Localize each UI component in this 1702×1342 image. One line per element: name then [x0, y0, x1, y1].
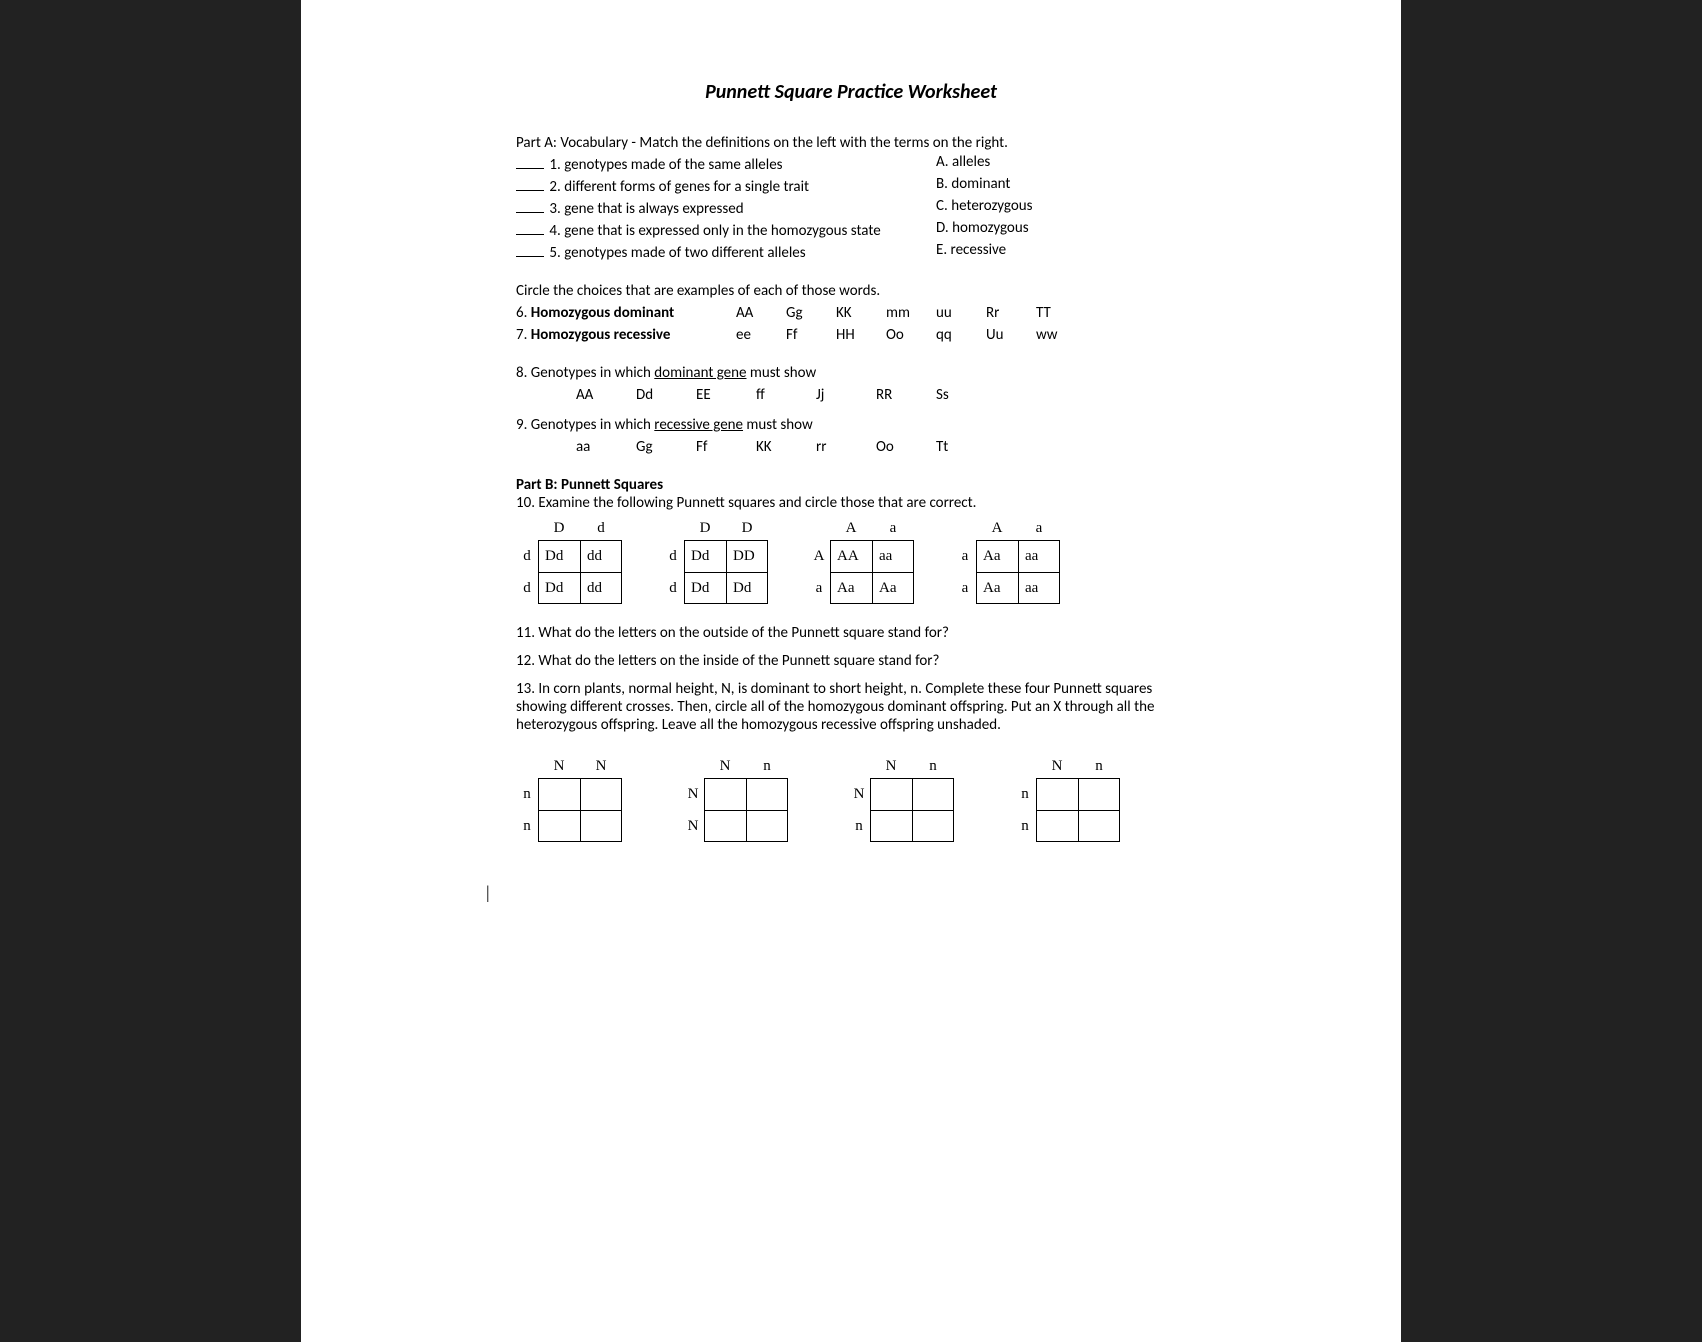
question-11: 11. What do the letters on the outside o…: [516, 624, 1186, 642]
empty-cell[interactable]: [1036, 810, 1078, 842]
page-title: Punnett Square Practice Worksheet: [516, 80, 1186, 104]
match-row: 5. genotypes made of two different allel…: [516, 241, 1186, 262]
question-10: 10. Examine the following Punnett square…: [516, 494, 1186, 512]
punnett-square: D d d Dd dd d Dd dd: [516, 520, 622, 604]
question-7: 7. Homozygous recessive ee Ff HH Oo qq U…: [516, 326, 1186, 344]
match-row: 2. different forms of genes for a single…: [516, 175, 1186, 196]
empty-cell[interactable]: [1078, 778, 1120, 810]
empty-cell[interactable]: [746, 778, 788, 810]
question-13: 13. In corn plants, normal height, N, is…: [516, 680, 1186, 734]
empty-cell[interactable]: [580, 778, 622, 810]
empty-cell[interactable]: [912, 778, 954, 810]
content-area: Punnett Square Practice Worksheet Part A…: [516, 80, 1186, 903]
circle-intro: Circle the choices that are examples of …: [516, 282, 1186, 300]
punnett-square-empty: N n N N: [682, 758, 788, 842]
blank-line[interactable]: [516, 197, 544, 213]
blank-line[interactable]: [516, 241, 544, 257]
part-b-heading: Part B: Punnett Squares: [516, 476, 1186, 494]
question-9-options: aa Gg Ff KK rr Oo Tt: [516, 438, 1186, 456]
empty-cell[interactable]: [1036, 778, 1078, 810]
part-a-heading: Part A: Vocabulary - Match the definitio…: [516, 134, 1186, 152]
punnett-square: A a a Aa aa a Aa aa: [954, 520, 1060, 604]
empty-cell[interactable]: [870, 810, 912, 842]
empty-cell[interactable]: [704, 810, 746, 842]
punnett-square: A a A AA aa a Aa Aa: [808, 520, 914, 604]
empty-cell[interactable]: [912, 810, 954, 842]
empty-cell[interactable]: [704, 778, 746, 810]
blank-line[interactable]: [516, 153, 544, 169]
match-row: 1. genotypes made of the same alleles A.…: [516, 153, 1186, 174]
empty-cell[interactable]: [538, 810, 580, 842]
empty-cell[interactable]: [538, 778, 580, 810]
punnett-squares-q10: D d d Dd dd d Dd dd D D d Dd DD d Dd Dd: [516, 520, 1186, 604]
question-8-options: AA Dd EE ff Jj RR Ss: [516, 386, 1186, 404]
punnett-squares-q13: N N n n N n N N N: [516, 758, 1186, 842]
document-page: Punnett Square Practice Worksheet Part A…: [301, 0, 1401, 1342]
punnett-square-empty: N n N n: [848, 758, 954, 842]
match-row: 3. gene that is always expressed C. hete…: [516, 197, 1186, 218]
empty-cell[interactable]: [870, 778, 912, 810]
text-cursor[interactable]: |: [486, 882, 1186, 903]
question-6: 6. Homozygous dominant AA Gg KK mm uu Rr…: [516, 304, 1186, 322]
empty-cell[interactable]: [1078, 810, 1120, 842]
punnett-square-empty: N n n n: [1014, 758, 1120, 842]
punnett-square: D D d Dd DD d Dd Dd: [662, 520, 768, 604]
question-9: 9. Genotypes in which recessive gene mus…: [516, 416, 1186, 434]
question-12: 12. What do the letters on the inside of…: [516, 652, 1186, 670]
empty-cell[interactable]: [580, 810, 622, 842]
blank-line[interactable]: [516, 219, 544, 235]
match-row: 4. gene that is expressed only in the ho…: [516, 219, 1186, 240]
empty-cell[interactable]: [746, 810, 788, 842]
punnett-square-empty: N N n n: [516, 758, 622, 842]
blank-line[interactable]: [516, 175, 544, 191]
question-8: 8. Genotypes in which dominant gene must…: [516, 364, 1186, 382]
